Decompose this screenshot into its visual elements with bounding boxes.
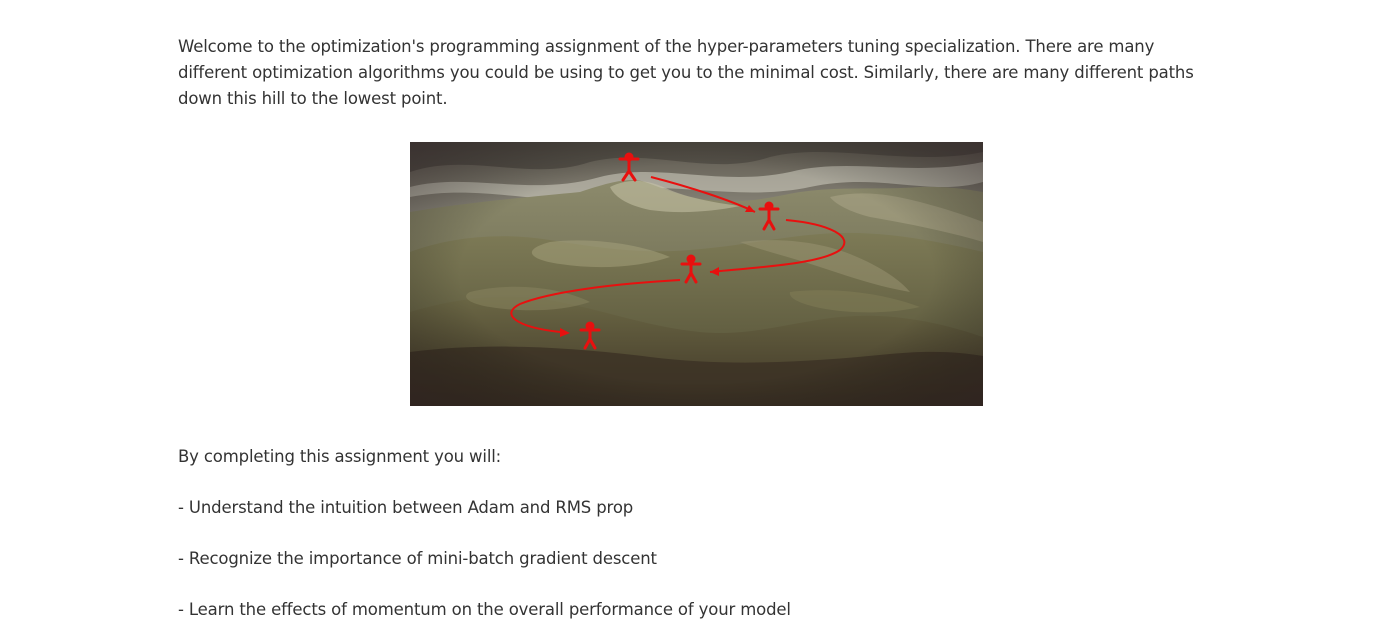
outcome-item: - Learn the effects of momentum on the o…	[178, 600, 791, 619]
outcomes-intro: By completing this assignment you will:	[178, 447, 502, 466]
intro-paragraph: Welcome to the optimization's programmin…	[178, 37, 1194, 108]
hill-descent-image	[410, 142, 983, 406]
markdown-cell: Welcome to the optimization's programmin…	[178, 34, 1208, 112]
outcome-item: - Recognize the importance of mini-batch…	[178, 549, 657, 568]
outcome-item: - Understand the intuition between Adam …	[178, 498, 634, 517]
